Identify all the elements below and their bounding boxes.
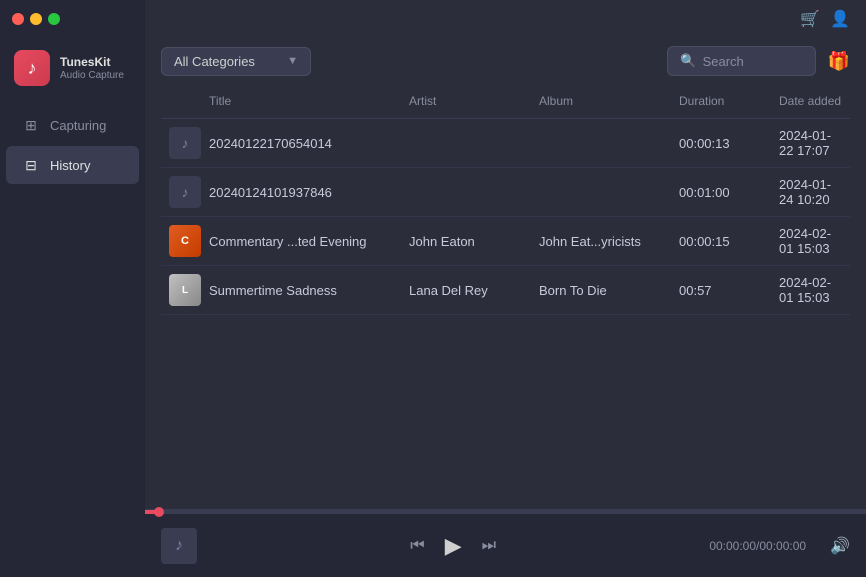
row-artist — [401, 184, 531, 200]
player-time: 00:00:00/00:00:00 — [709, 539, 806, 553]
toolbar: All Categories ▼ 🔍 🎁 — [145, 38, 866, 84]
row-artist: John Eaton — [401, 226, 531, 257]
row-duration: 00:01:00 — [671, 177, 771, 208]
user-icon[interactable]: 👤 — [830, 9, 850, 29]
prev-button[interactable]: ⏮ — [410, 537, 424, 555]
chevron-down-icon: ▼ — [287, 55, 298, 67]
topbar: 🛒 👤 — [145, 0, 866, 38]
play-button[interactable]: ▶ — [445, 533, 462, 559]
category-label: All Categories — [174, 54, 255, 69]
row-thumb: L — [161, 266, 201, 314]
sidebar-item-history[interactable]: ⊟ History — [6, 146, 139, 184]
row-album: John Eat...yricists — [531, 226, 671, 257]
app-name: TunesKit — [60, 55, 124, 71]
minimize-button[interactable] — [30, 13, 42, 25]
progress-dot — [154, 507, 164, 517]
table-header: Title Artist Album Duration Date added — [161, 84, 850, 119]
row-title: 20240122170654014 — [201, 128, 401, 159]
table-row[interactable]: C Commentary ...ted Evening John Eaton J… — [161, 217, 850, 266]
app-subtitle: Audio Capture — [60, 70, 124, 81]
app-brand: ♪ TunesKit Audio Capture — [0, 38, 145, 98]
col-thumb — [161, 90, 201, 112]
track-thumbnail: L — [169, 274, 201, 306]
col-artist: Artist — [401, 90, 531, 112]
col-duration: Duration — [671, 90, 771, 112]
col-album: Album — [531, 90, 671, 112]
cart-icon[interactable]: 🛒 — [800, 9, 820, 29]
traffic-lights — [12, 13, 60, 25]
next-button[interactable]: ⏭ — [482, 537, 496, 555]
app-name-block: TunesKit Audio Capture — [60, 55, 124, 82]
row-thumb: C — [161, 217, 201, 265]
row-thumb: ♪ — [161, 119, 201, 167]
player: ♪ ⏮ ▶ ⏭ 00:00:00/00:00:00 🔊 — [145, 509, 866, 577]
track-thumbnail: ♪ — [169, 176, 201, 208]
row-thumb: ♪ — [161, 168, 201, 216]
player-album-art: ♪ — [161, 528, 197, 564]
capturing-icon: ⊞ — [22, 116, 40, 134]
col-date: Date added — [771, 90, 850, 112]
close-button[interactable] — [12, 13, 24, 25]
main-content: 🛒 👤 All Categories ▼ 🔍 🎁 Title Artist Al… — [145, 0, 866, 577]
sidebar: ♪ TunesKit Audio Capture ⊞ Capturing ⊟ H… — [0, 0, 145, 577]
sidebar-item-capturing[interactable]: ⊞ Capturing — [6, 106, 139, 144]
track-thumbnail: C — [169, 225, 201, 257]
titlebar — [0, 0, 145, 38]
player-buttons: ⏮ ▶ ⏭ — [209, 533, 697, 559]
sidebar-nav: ⊞ Capturing ⊟ History — [0, 98, 145, 192]
row-date: 2024-01-24 10:20 — [771, 169, 850, 215]
search-box: 🔍 — [667, 46, 815, 76]
row-date: 2024-02-01 15:03 — [771, 218, 850, 264]
track-thumbnail: ♪ — [169, 127, 201, 159]
row-date: 2024-02-01 15:03 — [771, 267, 850, 313]
track-table: Title Artist Album Duration Date added ♪… — [145, 84, 866, 509]
category-dropdown[interactable]: All Categories ▼ — [161, 47, 311, 76]
row-artist: Lana Del Rey — [401, 275, 531, 306]
table-row[interactable]: ♪ 20240124101937846 00:01:00 2024-01-24 … — [161, 168, 850, 217]
search-icon: 🔍 — [680, 53, 696, 69]
row-title: Commentary ...ted Evening — [201, 226, 401, 257]
row-title: Summertime Sadness — [201, 275, 401, 306]
sidebar-item-label-history: History — [50, 158, 90, 173]
row-album — [531, 184, 671, 200]
player-controls: ♪ ⏮ ▶ ⏭ 00:00:00/00:00:00 🔊 — [145, 514, 866, 577]
search-input[interactable] — [703, 54, 803, 69]
table-row[interactable]: ♪ 20240122170654014 00:00:13 2024-01-22 … — [161, 119, 850, 168]
row-duration: 00:57 — [671, 275, 771, 306]
col-title: Title — [201, 90, 401, 112]
row-date: 2024-01-22 17:07 — [771, 120, 850, 166]
row-album — [531, 135, 671, 151]
sidebar-item-label-capturing: Capturing — [50, 118, 106, 133]
row-title: 20240124101937846 — [201, 177, 401, 208]
gift-button[interactable]: 🎁 — [828, 51, 850, 72]
row-artist — [401, 135, 531, 151]
maximize-button[interactable] — [48, 13, 60, 25]
app-icon: ♪ — [14, 50, 50, 86]
volume-button[interactable]: 🔊 — [830, 536, 850, 556]
row-duration: 00:00:13 — [671, 128, 771, 159]
history-icon: ⊟ — [22, 156, 40, 174]
progress-bar[interactable] — [145, 510, 866, 514]
row-album: Born To Die — [531, 275, 671, 306]
table-row[interactable]: L Summertime Sadness Lana Del Rey Born T… — [161, 266, 850, 315]
music-note-icon: ♪ — [175, 537, 183, 555]
row-duration: 00:00:15 — [671, 226, 771, 257]
